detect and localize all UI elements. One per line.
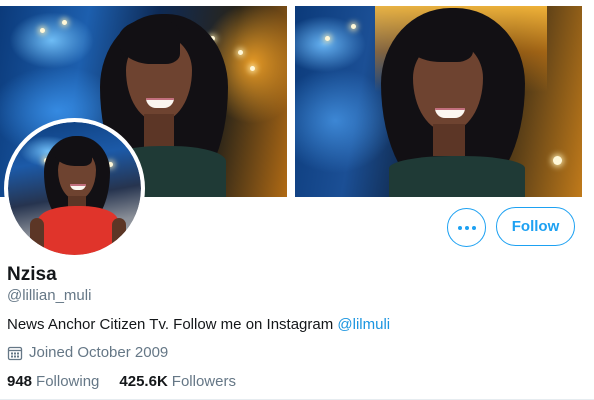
banner-photo-right	[295, 6, 582, 197]
user-handle: @lillian_muli	[7, 287, 92, 304]
follow-button[interactable]: Follow	[496, 207, 575, 246]
join-date: Joined October 2009	[7, 344, 168, 361]
following-label: Following	[36, 373, 100, 390]
bio-text: News Anchor Citizen Tv. Follow me on Ins…	[7, 316, 338, 333]
follow-stats: 948 Following 425.6K Followers	[7, 373, 256, 390]
bio-instagram-link[interactable]: @lilmuli	[337, 316, 390, 333]
display-name: Nzisa	[7, 264, 57, 285]
following-count: 948	[7, 373, 33, 390]
profile-bio: News Anchor Citizen Tv. Follow me on Ins…	[7, 316, 390, 333]
calendar-icon	[7, 345, 23, 361]
more-options-button[interactable]	[447, 208, 486, 247]
followers-count: 425.6K	[119, 373, 168, 390]
join-date-text: Joined October 2009	[29, 344, 169, 361]
followers-link[interactable]: 425.6K Followers	[119, 373, 236, 390]
more-options-icon	[456, 225, 477, 230]
avatar[interactable]	[4, 118, 145, 259]
profile-page: Follow Nzisa @lillian_muli News Anchor C…	[0, 0, 594, 400]
following-link[interactable]: 948 Following	[7, 373, 99, 390]
followers-label: Followers	[171, 373, 236, 390]
